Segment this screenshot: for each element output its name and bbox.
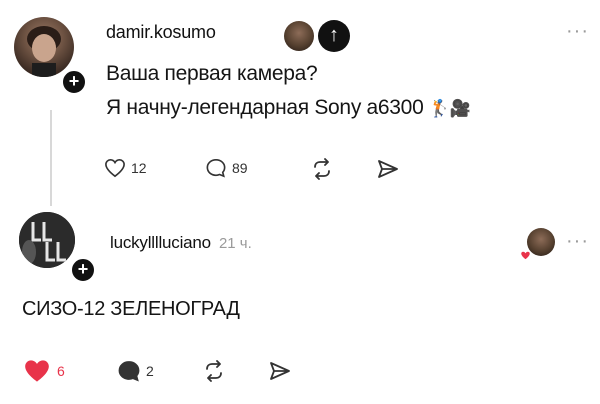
arrow-up-icon[interactable]: ↑: [318, 20, 350, 52]
thread-connector: [50, 110, 52, 206]
repost-icon: [314, 158, 330, 180]
avatar-portrait: [27, 26, 61, 77]
comment-button[interactable]: 89: [205, 158, 248, 178]
reply-follow-plus-icon[interactable]: +: [70, 257, 96, 283]
reply-repost-icon: [206, 360, 222, 382]
reply-header: luckylllluciano 21 ч.: [110, 233, 252, 253]
follow-plus-icon[interactable]: +: [61, 69, 87, 95]
reply-comment-count: 2: [146, 363, 154, 379]
post-text-line2-text: Я начну-легендарная Sony a6300: [106, 96, 424, 119]
avatar[interactable]: [14, 17, 74, 77]
reply-send-icon: [270, 362, 290, 380]
mini-avatar: [284, 21, 314, 51]
heart-icon: [105, 158, 125, 178]
post-text-line2: Я начну-легендарная Sony a6300 🏌️🎥: [106, 96, 471, 120]
reply-share-button[interactable]: [268, 360, 292, 382]
reply-comment-button[interactable]: 2: [117, 360, 154, 382]
reply-repost-button[interactable]: [202, 360, 226, 382]
repost-button[interactable]: [310, 158, 334, 180]
post-text-line1: Ваша первая камера?: [106, 62, 318, 85]
heart-filled-icon: [25, 360, 49, 382]
post-emoji: 🏌️🎥: [429, 99, 471, 118]
like-button[interactable]: 12: [104, 158, 147, 178]
reply-text: СИЗО-12 ЗЕЛЕНОГРАД: [22, 298, 240, 320]
reply-mini-avatar: [527, 228, 555, 256]
liked-by-author-heart-icon: [520, 251, 531, 261]
post-username[interactable]: damir.kosumo: [106, 22, 216, 43]
share-button[interactable]: [376, 158, 400, 180]
more-options-icon[interactable]: ···: [566, 20, 589, 43]
like-count: 12: [131, 160, 147, 176]
send-icon: [378, 160, 398, 178]
comment-icon: [206, 158, 226, 178]
comment-count: 89: [232, 160, 248, 176]
reply-comment-icon: [118, 361, 140, 382]
reply-like-count: 6: [57, 363, 65, 379]
reply-avatar-logo: [19, 212, 75, 268]
reply-username[interactable]: luckylllluciano: [110, 233, 211, 253]
reply-more-options-icon[interactable]: ···: [566, 230, 589, 253]
reply-like-button[interactable]: 6: [22, 358, 65, 384]
reply-avatar[interactable]: [19, 212, 75, 268]
reply-time: 21 ч.: [218, 235, 252, 252]
